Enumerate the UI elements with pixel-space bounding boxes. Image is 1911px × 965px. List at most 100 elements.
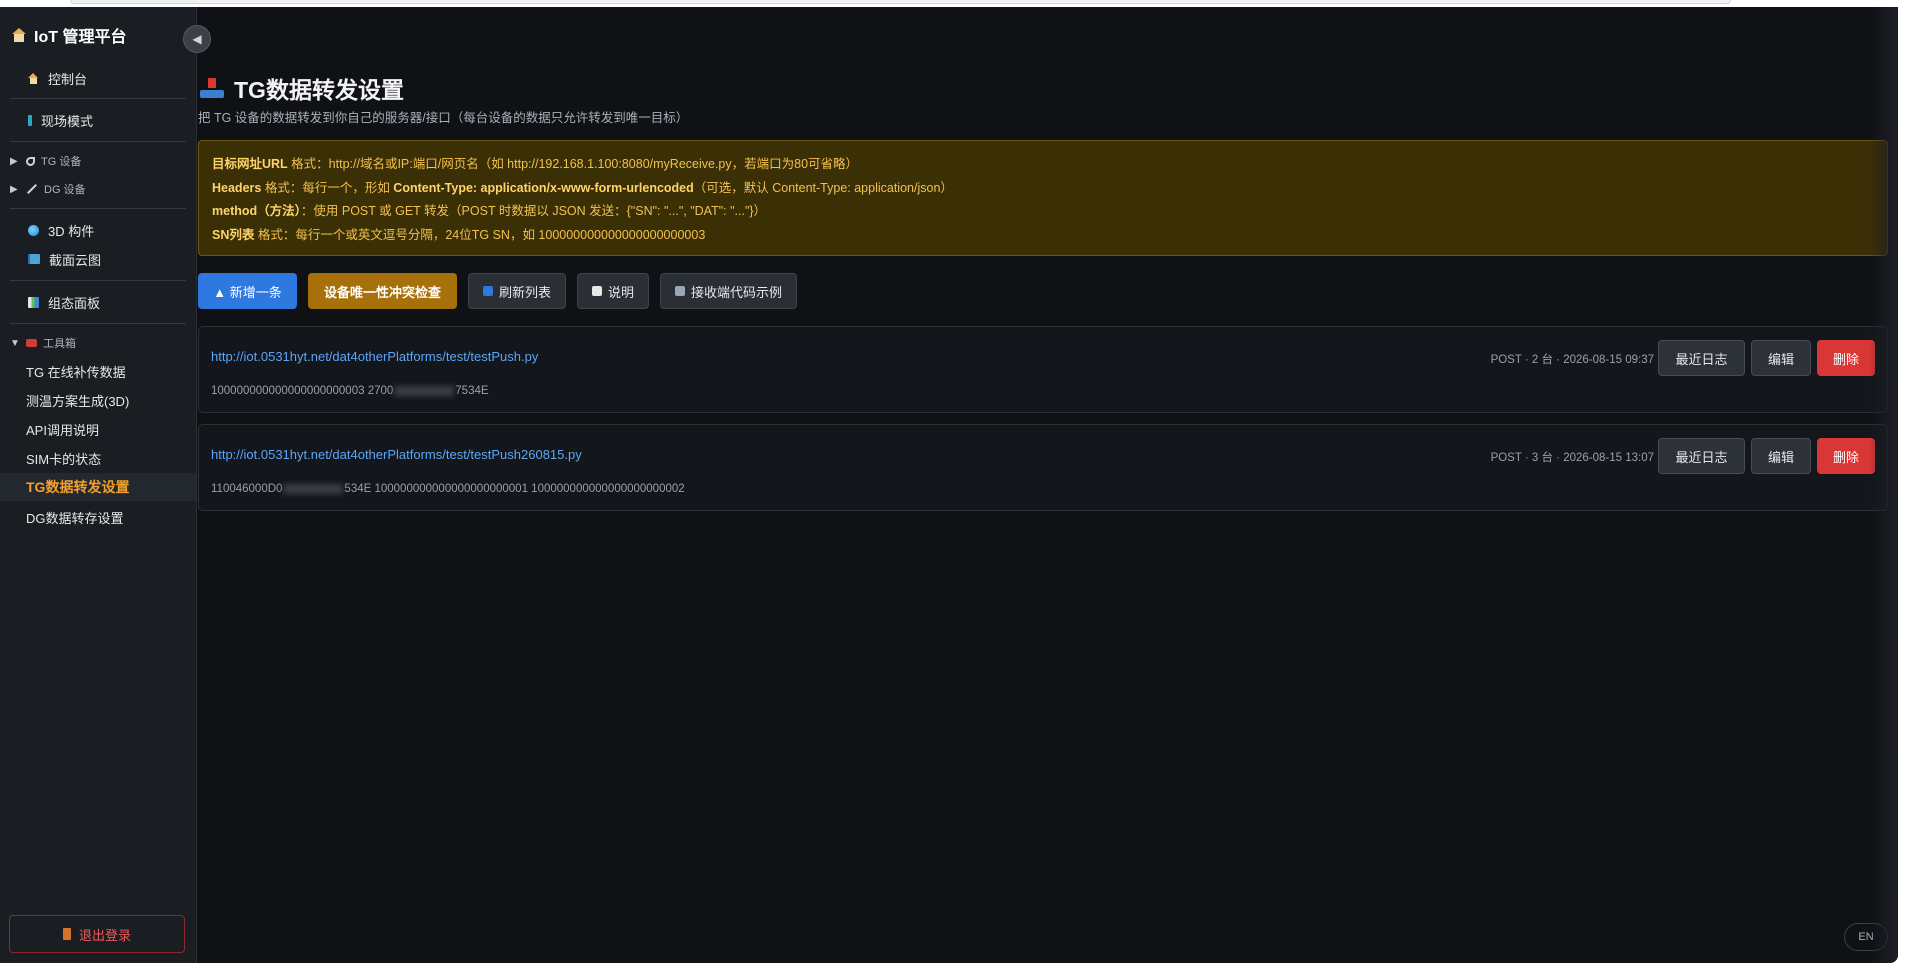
format-notice: 目标网址URL 格式：http://域名或IP:端口/网页名（如 http://…: [198, 140, 1888, 256]
sidebar-item-site-mode[interactable]: 现场模式: [0, 106, 196, 134]
sidebar-item-tg-forward[interactable]: TG数据转发设置: [0, 473, 196, 501]
sidebar-group-dg[interactable]: ▶ DG 设备: [0, 178, 196, 200]
button-label: 删除: [1832, 449, 1859, 465]
sidebar-item-label: TG数据转发设置: [26, 479, 130, 495]
sidebar-item-dg-storage[interactable]: DG数据转存设置: [0, 503, 196, 531]
sidebar: IoT 管理平台 控制台 现场模式 ▶ TG 设备 ▶ DG 设备 3D 构件 …: [0, 7, 197, 963]
rule-url-link[interactable]: http://iot.0531hyt.net/dat4otherPlatform…: [211, 447, 582, 462]
sidebar-item-label: DG数据转存设置: [26, 510, 124, 526]
wand-icon: [27, 184, 37, 194]
button-label: ▲ 新增一条: [213, 284, 282, 300]
delete-button[interactable]: 删除: [1817, 340, 1875, 376]
sidebar-group-label: DG 设备: [44, 184, 86, 196]
app-title: IoT 管理平台: [34, 29, 127, 46]
envelope-icon: [592, 286, 603, 296]
notice-text: 格式：每行一个或英文逗号分隔，24位TG SN，如 10000000000000…: [254, 227, 706, 242]
code-example-button[interactable]: 接收端代码示例: [660, 273, 798, 309]
browser-top-edge: [70, 0, 1731, 4]
notice-key: SN列表: [212, 227, 255, 242]
sidebar-item-label: 组态面板: [48, 295, 101, 311]
page-title-text: TG数据转发设置: [234, 77, 404, 103]
bar-icon: [28, 114, 32, 126]
forward-rule-card: http://iot.0531hyt.net/dat4otherPlatform…: [198, 424, 1888, 511]
sidebar-item-label: API调用说明: [26, 422, 99, 438]
sidebar-item-api-docs[interactable]: API调用说明: [0, 415, 196, 443]
toolbox-icon: [26, 339, 37, 347]
collapse-arrow-icon: ▼: [10, 337, 20, 349]
recent-log-button[interactable]: 最近日志: [1658, 438, 1745, 474]
divider: [10, 208, 186, 209]
sidebar-item-label: 3D 构件: [48, 223, 95, 239]
sidebar-item-panel[interactable]: 组态面板: [0, 288, 196, 316]
chart-icon: [28, 296, 39, 308]
expand-arrow-icon: ▶: [10, 183, 18, 195]
collapse-left-icon: ◀: [192, 32, 202, 46]
door-icon: [62, 928, 71, 940]
page-subtitle: 把 TG 设备的数据转发到你自己的服务器/接口（每台设备的数据只允许转发到唯一目…: [198, 111, 689, 125]
sidebar-collapse-button[interactable]: ◀: [183, 25, 211, 53]
sidebar-group-tg[interactable]: ▶ TG 设备: [0, 150, 196, 172]
divider: [10, 323, 186, 324]
notice-text: 格式：http://域名或IP:端口/网页名（如 http://192.168.…: [287, 157, 859, 171]
sn-text: 100000000000000000000003 2700: [211, 385, 394, 397]
logout-button[interactable]: 退出登录: [9, 915, 185, 953]
sidebar-item-temp-plan[interactable]: 测温方案生成(3D): [0, 386, 196, 414]
sidebar-item-section-map[interactable]: 截面云图: [0, 245, 196, 273]
expand-arrow-icon: ▶: [10, 155, 18, 167]
language-label: EN: [1858, 931, 1874, 943]
rule-meta: POST · 3 台 · 2026-08-15 13:07: [1490, 452, 1654, 464]
upload-tray-icon: [200, 78, 224, 98]
sidebar-item-label: 现场模式: [41, 113, 94, 129]
sidebar-item-label: SIM卡的状态: [26, 451, 102, 467]
divider: [10, 280, 186, 281]
main-content: TG数据转发设置 把 TG 设备的数据转发到你自己的服务器/接口（每台设备的数据…: [198, 7, 1898, 963]
edit-button[interactable]: 编辑: [1751, 340, 1811, 376]
laptop-icon: [675, 286, 686, 296]
notice-emphasis: Content-Type: application/x-www-form-url…: [393, 180, 694, 195]
notice-key: method（方法）: [212, 204, 301, 218]
notice-line-method: method（方法）：使用 POST 或 GET 转发（POST 时数据以 JS…: [212, 200, 1874, 224]
sidebar-item-console[interactable]: 控制台: [0, 64, 196, 92]
sidebar-group-label: 工具箱: [43, 338, 76, 350]
refresh-list-button[interactable]: 刷新列表: [468, 273, 567, 309]
notice-line-url: 目标网址URL 格式：http://域名或IP:端口/网页名（如 http://…: [212, 153, 1874, 177]
sn-text: 534E 100000000000000000000001 1000000000…: [344, 483, 685, 495]
house-icon: [12, 28, 26, 42]
delete-button[interactable]: 删除: [1817, 438, 1875, 474]
divider: [10, 98, 186, 99]
notice-key: 目标网址URL: [212, 157, 288, 171]
button-label: 说明: [608, 284, 635, 300]
language-toggle[interactable]: EN: [1844, 923, 1888, 951]
page-title: TG数据转发设置: [200, 71, 404, 105]
notice-text: 格式：每行一个，形如: [261, 180, 394, 195]
forward-rule-card: http://iot.0531hyt.net/dat4otherPlatform…: [198, 326, 1888, 413]
sidebar-group-label: TG 设备: [41, 156, 82, 168]
conflict-check-button[interactable]: 设备唯一性冲突检查: [308, 273, 457, 309]
button-label: 最近日志: [1675, 351, 1728, 367]
sn-text: 110046000D0: [211, 483, 283, 495]
sidebar-item-label: 截面云图: [49, 252, 102, 268]
rule-meta: POST · 2 台 · 2026-08-15 09:37: [1490, 354, 1654, 366]
brand: IoT 管理平台: [12, 23, 126, 47]
notice-key: Headers: [212, 180, 262, 195]
sidebar-item-sim-status[interactable]: SIM卡的状态: [0, 444, 196, 472]
rule-url-link[interactable]: http://iot.0531hyt.net/dat4otherPlatform…: [211, 349, 538, 364]
edit-button[interactable]: 编辑: [1751, 438, 1811, 474]
sidebar-item-label: 控制台: [48, 71, 88, 87]
refresh-icon: [483, 286, 493, 296]
sidebar-item-tg-backfill[interactable]: TG 在线补传数据: [0, 357, 196, 385]
sidebar-item-3d[interactable]: 3D 构件: [0, 216, 196, 244]
rule-actions: 最近日志 编辑 删除: [1658, 438, 1875, 474]
button-label: 最近日志: [1675, 449, 1728, 465]
sidebar-group-toolbox[interactable]: ▼ 工具箱: [0, 332, 196, 354]
help-button[interactable]: 说明: [577, 273, 650, 309]
sn-text: 7534E: [455, 385, 489, 397]
globe-icon: [28, 224, 39, 236]
satellite-icon: [26, 156, 35, 166]
add-rule-button[interactable]: ▲ 新增一条: [198, 273, 297, 309]
action-toolbar: ▲ 新增一条 设备唯一性冲突检查 刷新列表 说明 接收端代码示例: [198, 273, 798, 309]
rule-actions: 最近日志 编辑 删除: [1658, 340, 1875, 376]
recent-log-button[interactable]: 最近日志: [1658, 340, 1745, 376]
screen: IoT 管理平台 控制台 现场模式 ▶ TG 设备 ▶ DG 设备 3D 构件 …: [0, 0, 1911, 965]
redacted-mask: [283, 483, 344, 494]
